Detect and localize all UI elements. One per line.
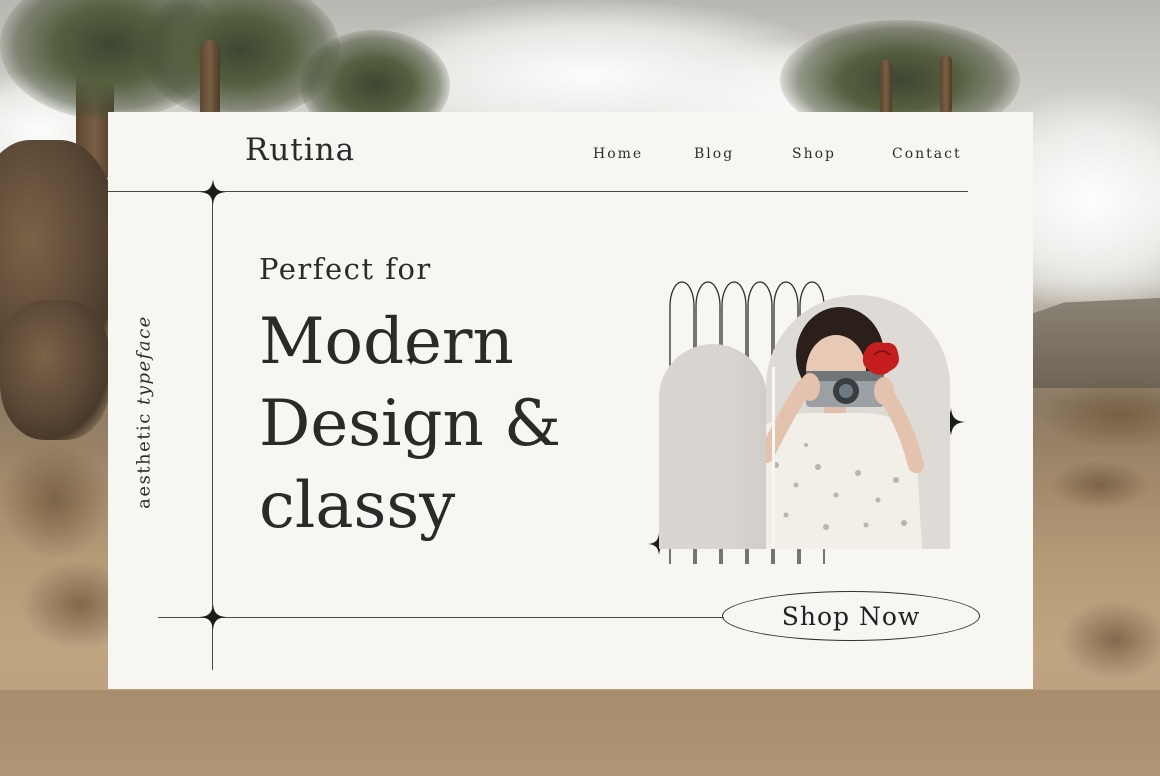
nav-blog[interactable]: Blog: [694, 146, 734, 162]
hero-kicker: Perfect for: [259, 252, 432, 286]
tagline-prefix: aesthetic: [133, 412, 155, 509]
arch-seam: [772, 367, 775, 549]
footer-divider: [158, 617, 724, 618]
headline-line-2: Design &: [259, 387, 561, 461]
nav-contact[interactable]: Contact: [892, 146, 962, 162]
header-divider: [108, 191, 968, 192]
vertical-divider: [212, 192, 213, 670]
small-arch-shape: [659, 344, 767, 549]
headline-line-3: classy: [259, 469, 456, 543]
nav-home[interactable]: Home: [593, 146, 643, 162]
sparkle-icon: [200, 604, 226, 630]
model-photo-arch: [766, 295, 950, 549]
headline-line-1: Modern: [259, 305, 514, 379]
nav-shop[interactable]: Shop: [792, 146, 836, 162]
landing-page-card: Rutina Home Blog Shop Contact aesthetic …: [108, 112, 1033, 689]
vertical-tagline: aesthetic typeface: [134, 315, 155, 509]
model-with-camera-photo: [766, 295, 950, 549]
shop-now-button[interactable]: Shop Now: [722, 591, 980, 641]
tagline-italic: typeface: [133, 315, 155, 405]
sparkle-icon: [200, 179, 226, 205]
brand-logo[interactable]: Rutina: [245, 132, 355, 168]
